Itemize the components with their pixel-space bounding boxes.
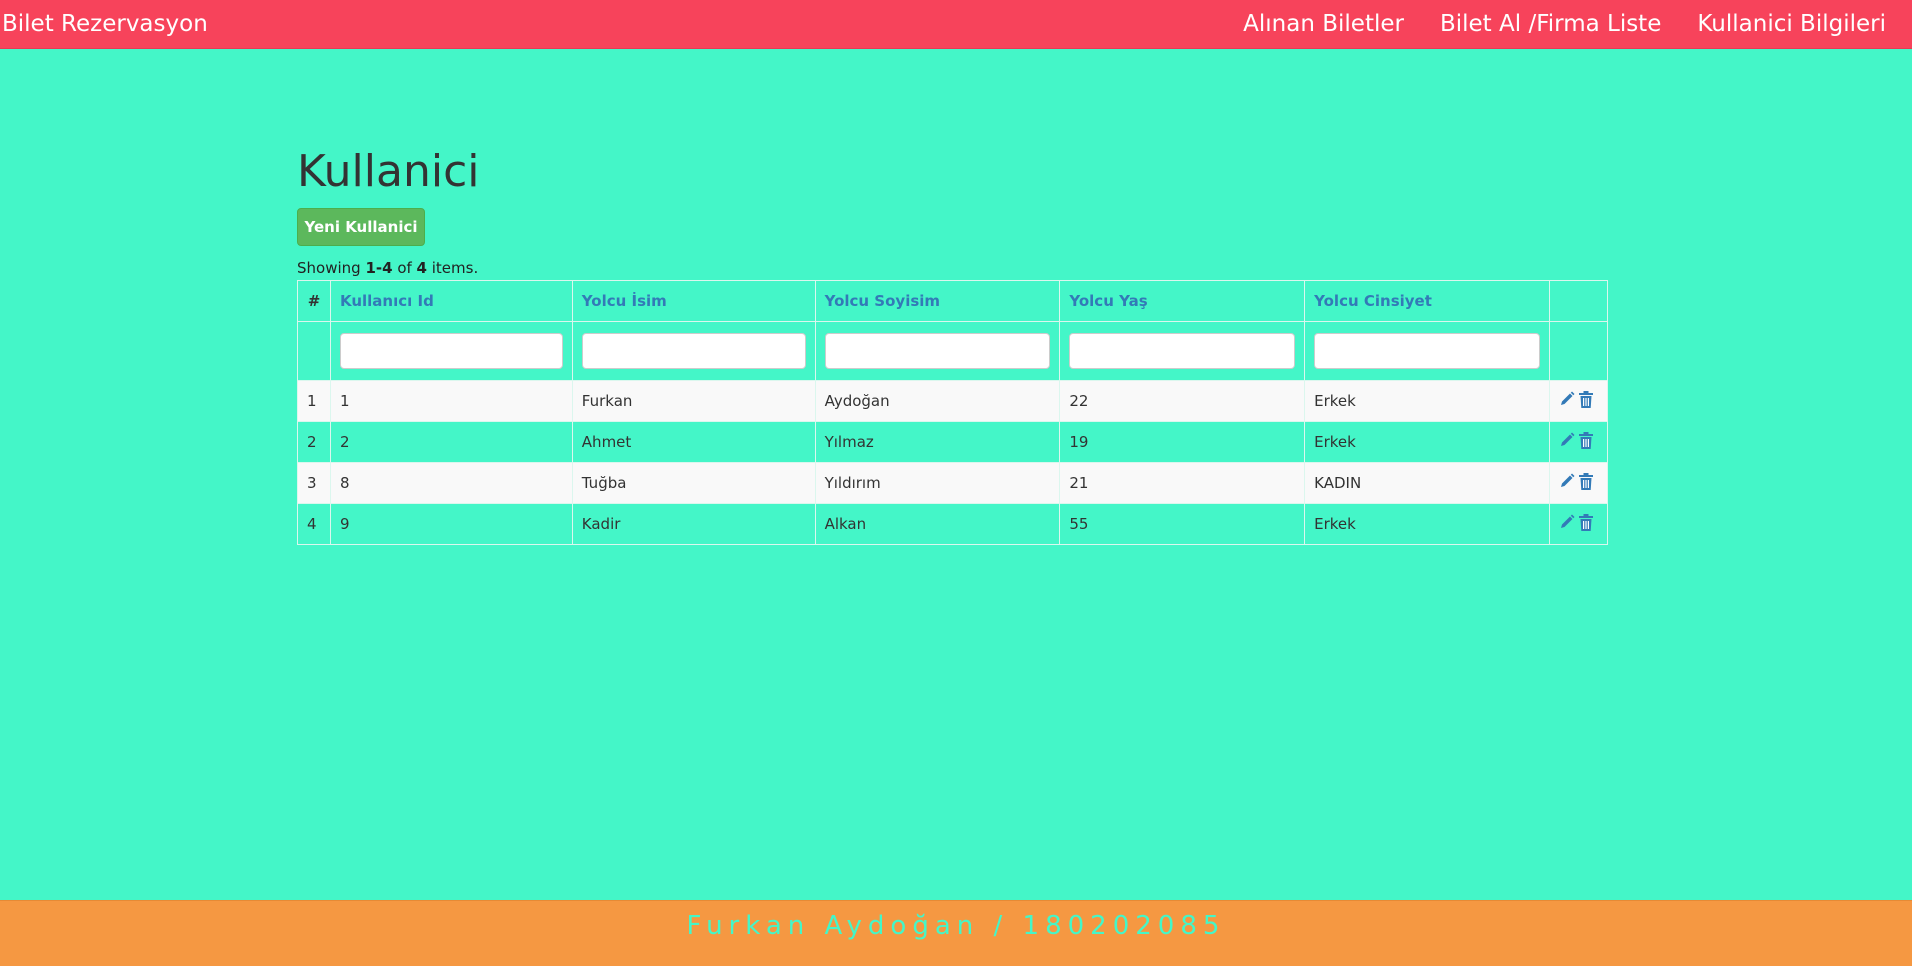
column-header-actions [1548, 280, 1609, 322]
cell-yolcu-cinsiyet: Erkek [1304, 503, 1550, 545]
filter-yolcu-cinsiyet-input[interactable] [1314, 333, 1540, 369]
cell-kullanici-id: 9 [329, 503, 573, 545]
pencil-icon[interactable] [1559, 391, 1575, 411]
filter-kullanici-id-input[interactable] [339, 333, 563, 369]
filter-cell [571, 321, 816, 381]
summary-total: 4 [416, 259, 427, 277]
cell-yolcu-yas: 21 [1059, 462, 1306, 504]
filter-cell [329, 321, 573, 381]
cell-yolcu-yas: 22 [1059, 380, 1306, 422]
table-row: 2 2 Ahmet Yılmaz 19 Erkek [297, 421, 1609, 463]
trash-icon[interactable] [1578, 390, 1594, 412]
column-header-yolcu-yas[interactable]: Yolcu Yaş [1059, 280, 1306, 322]
cell-yolcu-isim: Furkan [571, 380, 816, 422]
cell-yolcu-cinsiyet: KADIN [1304, 462, 1550, 504]
brand-link[interactable]: Bilet Rezervasyon [2, 0, 208, 48]
cell-yolcu-cinsiyet: Erkek [1304, 380, 1550, 422]
filter-yolcu-yas-input[interactable] [1069, 333, 1296, 369]
footer: Furkan Aydoğan / 180202085 [0, 900, 1912, 966]
pencil-icon[interactable] [1559, 473, 1575, 493]
row-number: 2 [297, 421, 331, 463]
cell-yolcu-soyisim: Alkan [814, 503, 1061, 545]
nav-links: Alınan Biletler Bilet Al /Firma Liste Ku… [1207, 0, 1886, 48]
cell-kullanici-id: 2 [329, 421, 573, 463]
column-header-yolcu-cinsiyet[interactable]: Yolcu Cinsiyet [1304, 280, 1550, 322]
filter-yolcu-isim-input[interactable] [581, 333, 806, 369]
cell-yolcu-soyisim: Yıldırım [814, 462, 1061, 504]
trash-icon[interactable] [1578, 513, 1594, 535]
column-header-yolcu-isim[interactable]: Yolcu İsim [571, 280, 816, 322]
cell-yolcu-isim: Kadir [571, 503, 816, 545]
table-row: 4 9 Kadir Alkan 55 Erkek [297, 503, 1609, 545]
grid-summary: Showing 1-4 of 4 items. [297, 259, 478, 277]
summary-prefix: Showing [297, 259, 366, 277]
cell-yolcu-soyisim: Yılmaz [814, 421, 1061, 463]
filter-cell-empty [297, 321, 331, 381]
row-number: 1 [297, 380, 331, 422]
cell-yolcu-yas: 55 [1059, 503, 1306, 545]
pencil-icon[interactable] [1559, 514, 1575, 534]
cell-yolcu-soyisim: Aydoğan [814, 380, 1061, 422]
pencil-icon[interactable] [1559, 432, 1575, 452]
row-actions [1548, 503, 1609, 545]
summary-range: 1-4 [365, 259, 393, 277]
row-number: 3 [297, 462, 331, 504]
summary-middle: of [392, 259, 417, 277]
column-header-yolcu-soyisim[interactable]: Yolcu Soyisim [814, 280, 1061, 322]
cell-yolcu-yas: 19 [1059, 421, 1306, 463]
cell-yolcu-isim: Ahmet [571, 421, 816, 463]
row-actions [1548, 421, 1609, 463]
nav-link-bilet-al-firma-liste[interactable]: Bilet Al /Firma Liste [1440, 0, 1661, 48]
cell-yolcu-isim: Tuğba [571, 462, 816, 504]
filter-row [297, 321, 1609, 381]
table-body: 1 1 Furkan Aydoğan 22 Erkek 2 2 Ahmet Yı… [297, 380, 1609, 545]
cell-kullanici-id: 8 [329, 462, 573, 504]
row-number: 4 [297, 503, 331, 545]
table-header-row: # Kullanıcı Id Yolcu İsim Yolcu Soyisim … [297, 280, 1609, 322]
table-row: 1 1 Furkan Aydoğan 22 Erkek [297, 380, 1609, 422]
trash-icon[interactable] [1578, 431, 1594, 453]
column-header-number: # [297, 280, 331, 322]
table-row: 3 8 Tuğba Yıldırım 21 KADIN [297, 462, 1609, 504]
user-table: # Kullanıcı Id Yolcu İsim Yolcu Soyisim … [297, 280, 1609, 545]
nav-link-kullanici-bilgileri[interactable]: Kullanici Bilgileri [1697, 0, 1886, 48]
nav-link-alinan-biletler[interactable]: Alınan Biletler [1243, 0, 1404, 48]
summary-suffix: items. [426, 259, 479, 277]
filter-cell [814, 321, 1061, 381]
row-actions [1548, 462, 1609, 504]
footer-text: Furkan Aydoğan / 180202085 [686, 911, 1226, 941]
cell-kullanici-id: 1 [329, 380, 573, 422]
new-user-button[interactable]: Yeni Kullanici [297, 208, 425, 246]
row-actions [1548, 380, 1609, 422]
navbar: Bilet Rezervasyon Alınan Biletler Bilet … [0, 0, 1912, 49]
page-title: Kullanici [297, 146, 480, 197]
filter-cell [1304, 321, 1550, 381]
filter-yolcu-soyisim-input[interactable] [824, 333, 1051, 369]
filter-cell-empty [1548, 321, 1609, 381]
column-header-kullanici-id[interactable]: Kullanıcı Id [329, 280, 573, 322]
filter-cell [1059, 321, 1306, 381]
trash-icon[interactable] [1578, 472, 1594, 494]
cell-yolcu-cinsiyet: Erkek [1304, 421, 1550, 463]
